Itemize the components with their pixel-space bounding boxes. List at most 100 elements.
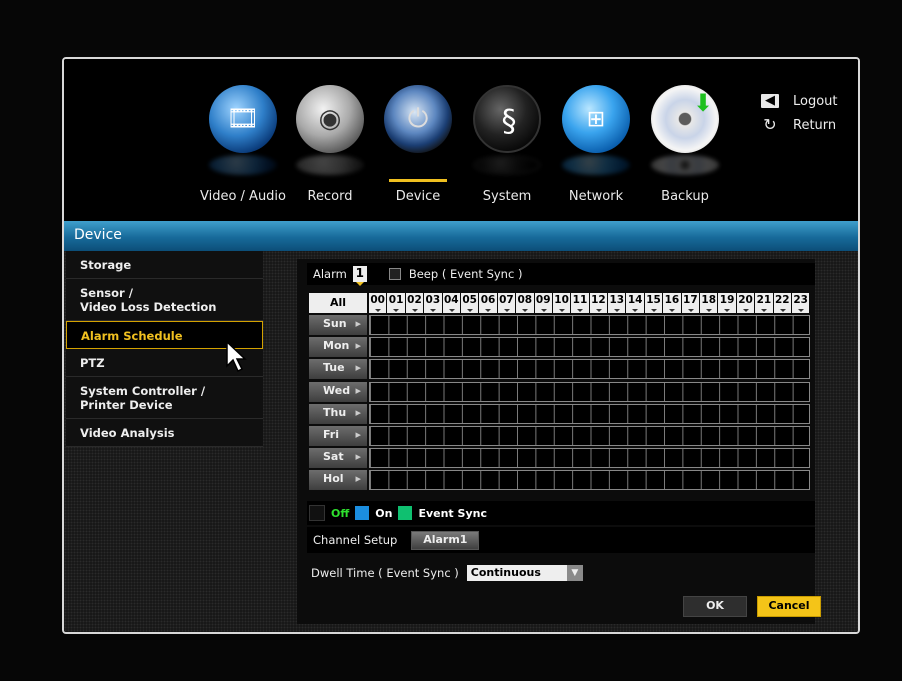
channel-setup-row: Channel Setup Alarm1: [307, 527, 815, 553]
top-menu-bar: 🎞 Video / Audio ◉ Record ⏻ Device § Syst…: [64, 59, 858, 221]
menu-system[interactable]: § System: [462, 85, 552, 221]
hour-header-cell[interactable]: 14: [626, 293, 644, 313]
alarm-selector-row: Alarm 1 Beep ( Event Sync ): [307, 263, 815, 286]
hour-header-cell[interactable]: 13: [608, 293, 626, 313]
record-camera-icon: ◉: [296, 85, 364, 153]
hour-header-cell[interactable]: 21: [755, 293, 773, 313]
alarm-label: Alarm: [313, 267, 347, 281]
day-schedule-cells[interactable]: [369, 381, 810, 402]
day-button[interactable]: Thu: [309, 403, 367, 424]
day-button[interactable]: Tue: [309, 359, 367, 380]
section-title: Device: [74, 227, 122, 243]
device-icon: ⏻: [384, 85, 452, 153]
logout-arrow-icon: ◀: [761, 94, 779, 108]
day-schedule-cells[interactable]: [369, 403, 810, 424]
backup-disc-icon: ⬇: [651, 85, 719, 153]
sidebar-item-sensor[interactable]: Sensor / Video Loss Detection: [66, 279, 263, 321]
day-button[interactable]: Sat: [309, 448, 367, 469]
sidebar-item-storage[interactable]: Storage: [66, 251, 263, 279]
beep-checkbox[interactable]: [388, 268, 401, 280]
legend-event-sync-label: Event Sync: [418, 506, 487, 520]
hour-header-row: 00 01 02 03 04 05 06 07 08 09 10 11 12 13 14 15 16 17 18 19…: [369, 293, 810, 313]
menu-network[interactable]: ⊞ Network: [551, 85, 641, 221]
day-schedule-cells[interactable]: [369, 470, 810, 491]
mouse-cursor-icon: [226, 341, 247, 373]
hour-header-cell[interactable]: 07: [497, 293, 516, 313]
sidebar-item-video-analysis[interactable]: Video Analysis: [66, 419, 263, 447]
menu-label-backup: Backup: [661, 189, 709, 204]
alarm-schedule-panel: Alarm 1 Beep ( Event Sync ) All 00 01 02 03…: [297, 259, 821, 624]
dvr-setup-window: 🎞 Video / Audio ◉ Record ⏻ Device § Syst…: [62, 57, 860, 634]
menu-label-record: Record: [307, 189, 353, 204]
video-audio-icon: 🎞: [209, 85, 277, 153]
legend-on-swatch: [355, 506, 370, 520]
hour-header-cell[interactable]: 12: [589, 293, 608, 313]
hour-header-cell[interactable]: 16: [663, 293, 681, 313]
channel-setup-button[interactable]: Alarm1: [411, 530, 480, 550]
sidebar-item-system-controller[interactable]: System Controller / Printer Device: [66, 377, 263, 419]
dwell-time-label: Dwell Time ( Event Sync ): [311, 566, 459, 580]
alarm-number-spinner[interactable]: 1: [352, 266, 367, 286]
legend-on-label: On: [375, 506, 393, 520]
hour-header-cell[interactable]: 00: [369, 293, 387, 313]
menu-label-video-audio: Video / Audio: [199, 189, 287, 204]
return-icon: ↻: [763, 115, 777, 134]
hour-header-cell[interactable]: 08: [516, 293, 534, 313]
hour-header-cell[interactable]: 15: [644, 293, 663, 313]
select-all-button[interactable]: All: [309, 293, 367, 313]
legend-off-swatch: [309, 505, 325, 521]
day-button[interactable]: Sun: [309, 315, 367, 335]
menu-backup[interactable]: ⬇ Backup: [640, 85, 730, 221]
active-menu-indicator: [389, 179, 447, 182]
hour-header-cell[interactable]: 11: [571, 293, 589, 313]
chevron-down-icon[interactable]: ▼: [566, 565, 583, 581]
menu-record[interactable]: ◉ Record: [285, 85, 375, 221]
beep-label: Beep ( Event Sync ): [408, 267, 523, 281]
hour-header-cell[interactable]: 02: [405, 293, 424, 313]
menu-video-audio[interactable]: 🎞 Video / Audio: [198, 85, 288, 221]
hour-header-cell[interactable]: 23: [791, 293, 810, 313]
return-button[interactable]: ↻ Return: [761, 116, 836, 134]
hour-header-cell[interactable]: 19: [718, 293, 736, 313]
ok-button[interactable]: OK: [683, 596, 747, 617]
day-schedule-cells[interactable]: [369, 315, 810, 335]
section-header: Device: [64, 221, 858, 251]
channel-setup-label: Channel Setup: [313, 533, 398, 547]
dwell-time-value: Continuous: [470, 566, 541, 579]
hour-header-cell[interactable]: 01: [387, 293, 405, 313]
logout-label: Logout: [793, 93, 838, 109]
day-button[interactable]: Mon: [309, 337, 367, 358]
dwell-time-select[interactable]: Continuous ▼: [466, 565, 583, 581]
network-icon: ⊞: [562, 85, 630, 153]
cancel-button[interactable]: Cancel: [757, 596, 821, 617]
hour-header-cell[interactable]: 17: [681, 293, 700, 313]
hour-header-cell[interactable]: 03: [424, 293, 442, 313]
day-schedule-cells[interactable]: [369, 337, 810, 358]
day-button[interactable]: Wed: [309, 381, 367, 402]
content-area: Storage Sensor / Video Loss Detection Al…: [64, 251, 858, 632]
system-icon: §: [473, 85, 541, 153]
menu-label-device: Device: [395, 189, 441, 204]
logout-button[interactable]: ◀ Logout: [761, 92, 838, 110]
hour-header-cell[interactable]: 04: [442, 293, 460, 313]
legend-event-sync-swatch: [398, 506, 413, 520]
day-schedule-cells[interactable]: [369, 425, 810, 446]
hour-header-cell[interactable]: 09: [534, 293, 552, 313]
day-button[interactable]: Fri: [309, 425, 367, 446]
hour-header-cell[interactable]: 22: [773, 293, 791, 313]
hour-header-cell[interactable]: 06: [479, 293, 497, 313]
return-label: Return: [793, 117, 837, 133]
dwell-time-row: Dwell Time ( Event Sync ) Continuous ▼: [307, 561, 815, 585]
legend-off-label: Off: [331, 506, 350, 520]
hour-header-cell[interactable]: 18: [700, 293, 718, 313]
hour-header-cell[interactable]: 10: [552, 293, 571, 313]
menu-device[interactable]: ⏻ Device: [373, 85, 463, 221]
legend-row: Off On Event Sync: [307, 501, 815, 525]
day-schedule-cells[interactable]: [369, 359, 810, 380]
hour-header-cell[interactable]: 20: [736, 293, 755, 313]
menu-label-system: System: [482, 189, 532, 204]
hour-header-cell[interactable]: 05: [460, 293, 479, 313]
day-schedule-cells[interactable]: [369, 448, 810, 469]
day-button[interactable]: Hol: [309, 470, 367, 491]
menu-label-network: Network: [568, 189, 624, 204]
